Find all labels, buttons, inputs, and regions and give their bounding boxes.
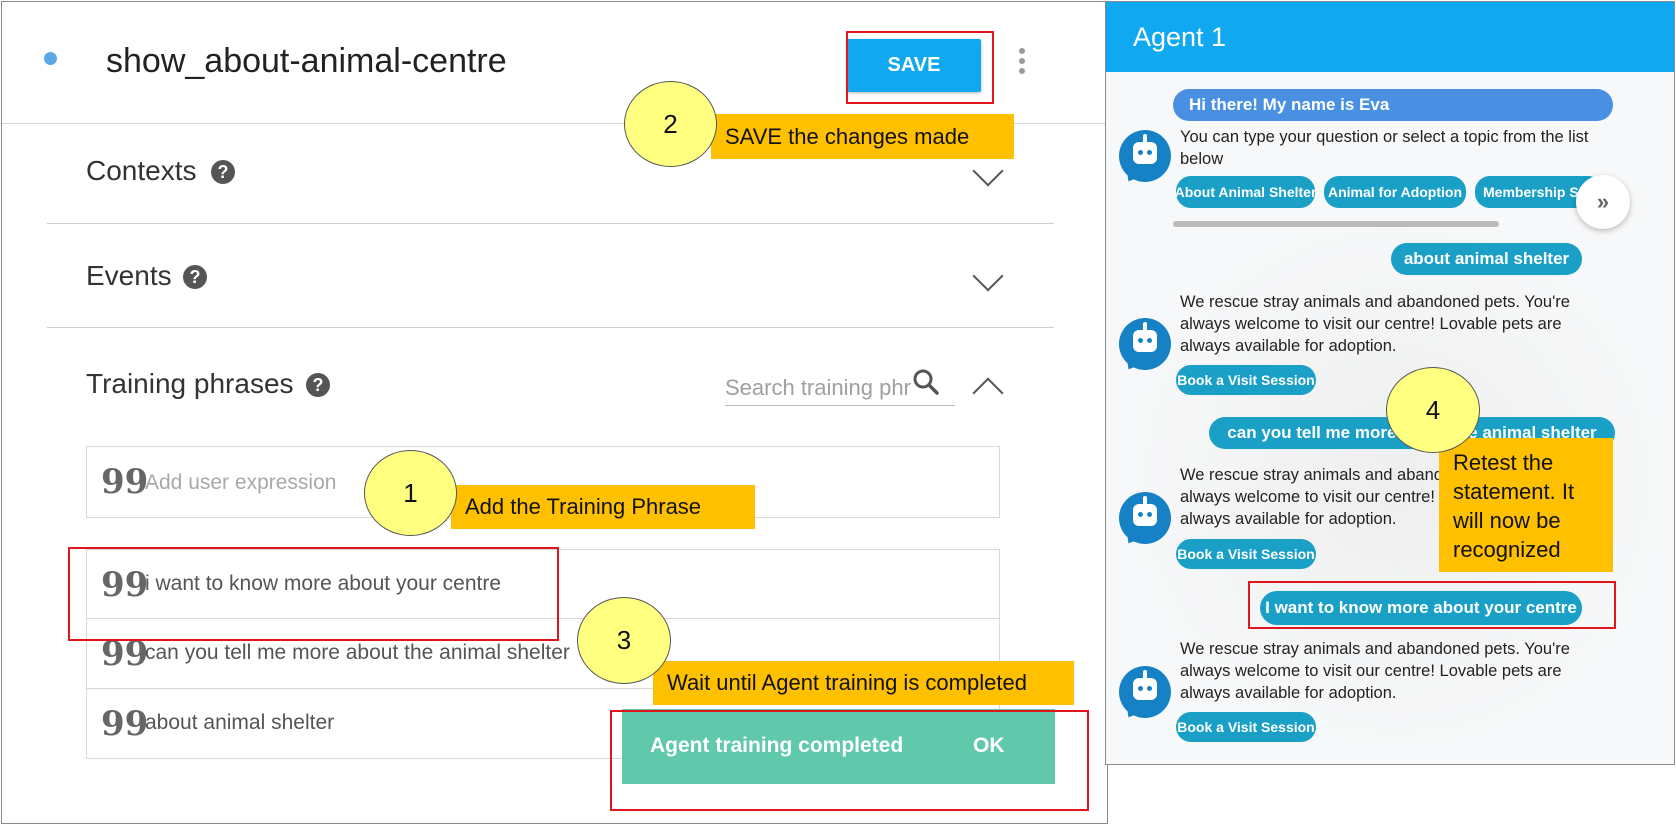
bot-message: You can type your question or select a t… — [1180, 128, 1589, 168]
quote-icon: 99 — [101, 704, 149, 744]
section-divider — [47, 327, 1054, 328]
bot-message: We rescue stray animals and abandoned pe… — [1180, 640, 1570, 702]
chat-message-highlight-box — [1248, 581, 1616, 629]
step4-marker: 4 — [1386, 367, 1480, 453]
chat-widget: Agent 1 Hi there! My name is Eva You can… — [1105, 1, 1675, 765]
action-chip[interactable]: Book a Visit Session — [1176, 365, 1316, 395]
training-phrases-heading: Training phrases — [86, 368, 294, 399]
more-vert-icon[interactable] — [1019, 48, 1025, 78]
status-dot — [44, 52, 57, 65]
step3-marker: 3 — [577, 597, 671, 684]
chevron-up-icon[interactable] — [972, 377, 1004, 409]
step2-label: SAVE the changes made — [711, 114, 1014, 159]
step1-marker: 1 — [364, 450, 457, 536]
topic-chip[interactable]: Animal for Adoption — [1324, 176, 1466, 208]
action-chip[interactable]: Book a Visit Session — [1176, 712, 1316, 742]
robot-avatar-icon — [1119, 666, 1171, 722]
chevron-down-icon[interactable] — [972, 155, 1004, 187]
topic-chip[interactable]: About Animal Shelter — [1176, 176, 1315, 208]
robot-avatar-icon — [1119, 492, 1171, 548]
action-chip[interactable]: Book a Visit Session — [1176, 539, 1316, 569]
training-phrase-text[interactable]: can you tell me more about the animal sh… — [145, 641, 570, 665]
next-chips-button[interactable]: » — [1576, 175, 1630, 229]
user-message: about animal shelter — [1391, 243, 1582, 275]
step3-label: Wait until Agent training is completed — [653, 661, 1074, 705]
agent-title: Agent 1 — [1133, 22, 1227, 52]
step4-label: Retest the statement. It will now be rec… — [1439, 438, 1613, 572]
toast-highlight-box — [610, 710, 1089, 811]
chat-header: Agent 1 — [1106, 2, 1674, 72]
contexts-heading: Contexts — [86, 155, 197, 186]
step2-marker: 2 — [624, 81, 717, 167]
phrase-highlight-box — [68, 547, 559, 641]
training-phrase-text[interactable]: about animal shelter — [145, 711, 334, 735]
add-expression-input[interactable]: Add user expression — [145, 471, 336, 495]
save-highlight-box — [846, 31, 994, 104]
robot-avatar-icon — [1119, 318, 1171, 374]
greeting-bubble: Hi there! My name is Eva — [1173, 89, 1613, 121]
quote-icon: 99 — [101, 634, 149, 674]
quote-icon: 99 — [101, 462, 149, 502]
chevron-down-icon[interactable] — [972, 260, 1004, 292]
chips-scrollbar[interactable] — [1173, 221, 1499, 227]
events-heading: Events — [86, 260, 172, 291]
help-circle-icon[interactable]: ? — [211, 160, 235, 184]
help-circle-icon[interactable]: ? — [183, 265, 207, 289]
step1-label: Add the Training Phrase — [451, 485, 755, 529]
search-icon[interactable] — [912, 368, 940, 396]
robot-avatar-icon — [1119, 130, 1171, 186]
intent-title: show_about-animal-centre — [106, 42, 507, 80]
help-circle-icon[interactable]: ? — [306, 373, 330, 397]
section-divider — [47, 223, 1054, 224]
bot-message: We rescue stray animals and abandoned pe… — [1180, 293, 1570, 355]
